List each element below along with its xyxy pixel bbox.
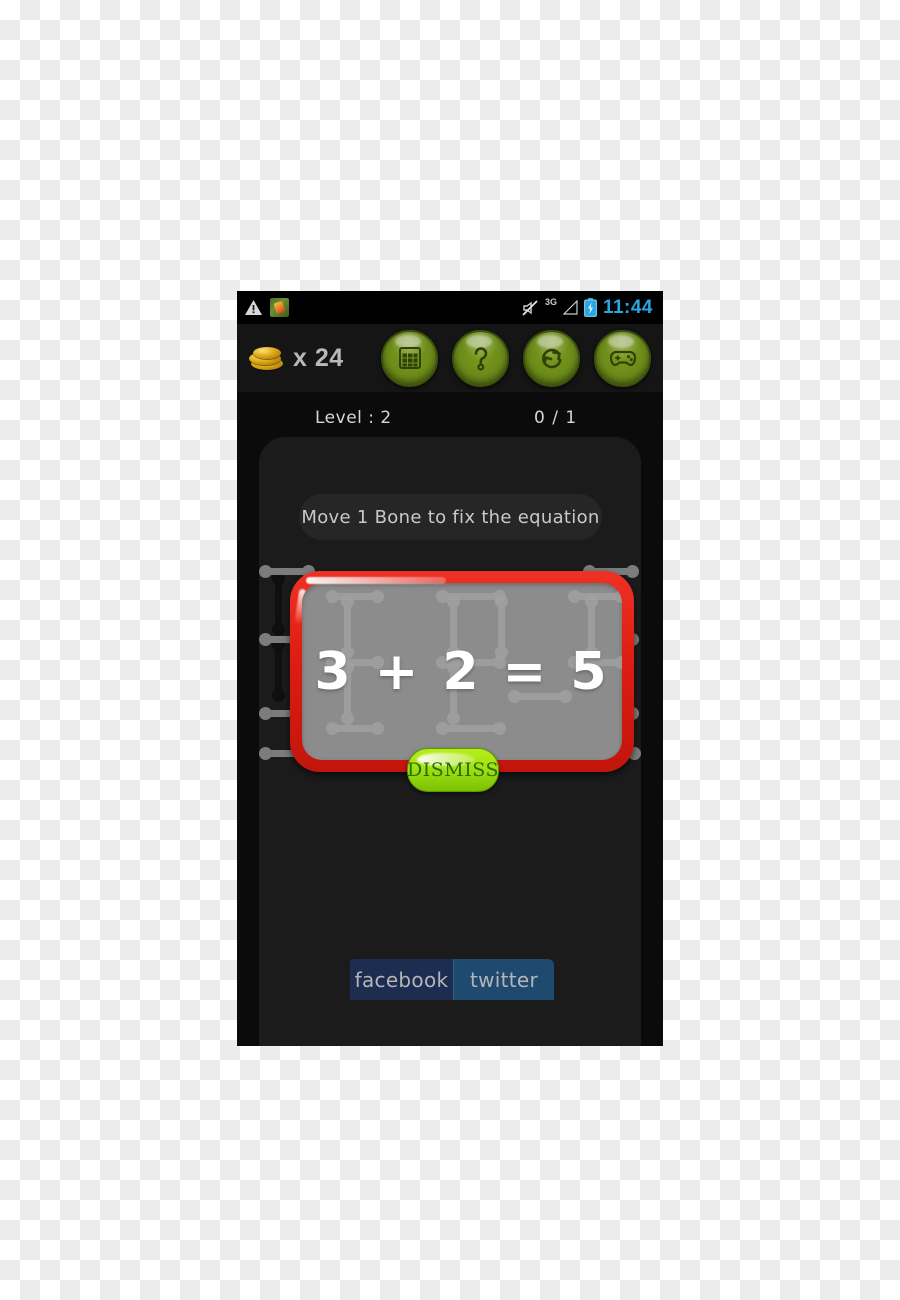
twitter-share-button[interactable]: twitter bbox=[453, 959, 554, 1000]
facebook-label: facebook bbox=[354, 967, 449, 992]
coin-stack-icon bbox=[249, 344, 285, 372]
dismiss-button-label: DISMISS bbox=[407, 759, 499, 781]
warning-triangle-icon bbox=[244, 299, 263, 316]
top-hud-bar: x 24 bbox=[237, 324, 663, 392]
equation-display: 3 + 2 = 5 bbox=[314, 641, 610, 702]
network-type-label: 3G bbox=[544, 297, 557, 307]
level-label: Level : 2 bbox=[315, 408, 392, 428]
hint-text: Move 1 Bone to fix the equation bbox=[301, 506, 600, 528]
more-games-button[interactable] bbox=[594, 329, 651, 387]
equation-card-inner: 3 + 2 = 5 bbox=[302, 583, 622, 760]
hint-pill: Move 1 Bone to fix the equation bbox=[299, 494, 602, 540]
dismiss-button[interactable]: DISMISS bbox=[407, 748, 499, 792]
level-status-row: Level : 2 0 / 1 bbox=[237, 402, 663, 434]
battery-charging-icon bbox=[584, 298, 597, 317]
facebook-share-button[interactable]: facebook bbox=[350, 959, 453, 1000]
app-notification-icon bbox=[270, 298, 289, 317]
restart-button[interactable] bbox=[523, 329, 580, 387]
bone-piece[interactable] bbox=[272, 638, 285, 702]
equation-card: 3 + 2 = 5 bbox=[290, 571, 634, 772]
phone-device-frame: 3G 11:44 x 24 Level: 2 0 / 1 Move 1 Bon… bbox=[237, 291, 663, 1046]
bone-piece[interactable] bbox=[259, 565, 315, 578]
social-share-bar: facebook twitter bbox=[350, 959, 554, 1000]
signal-bars-icon bbox=[562, 299, 578, 315]
status-bar-left-icons bbox=[244, 298, 289, 317]
twitter-label: twitter bbox=[469, 967, 539, 992]
game-board-panel: Move 1 Bone to fix the equation 3 + 2 = … bbox=[259, 437, 641, 1046]
levels-grid-button[interactable] bbox=[381, 329, 438, 387]
clock-time: 11:44 bbox=[602, 297, 653, 318]
coin-counter: x 24 bbox=[249, 344, 344, 373]
hint-button[interactable] bbox=[452, 329, 509, 387]
gamepad-icon bbox=[609, 350, 636, 367]
grid-icon bbox=[398, 347, 421, 369]
score-label: 0 / 1 bbox=[534, 408, 578, 428]
mute-icon bbox=[521, 299, 539, 317]
coin-count-label: x 24 bbox=[293, 343, 344, 372]
question-mark-icon bbox=[474, 347, 487, 371]
refresh-icon bbox=[541, 348, 561, 369]
bone-piece[interactable] bbox=[272, 572, 285, 636]
status-bar-right-icons: 3G 11:44 bbox=[521, 298, 653, 317]
status-bar: 3G 11:44 bbox=[237, 291, 663, 324]
hud-button-group bbox=[381, 329, 651, 387]
game-area: Level : 2 0 / 1 Move 1 Bone to fix the e… bbox=[237, 392, 663, 1046]
